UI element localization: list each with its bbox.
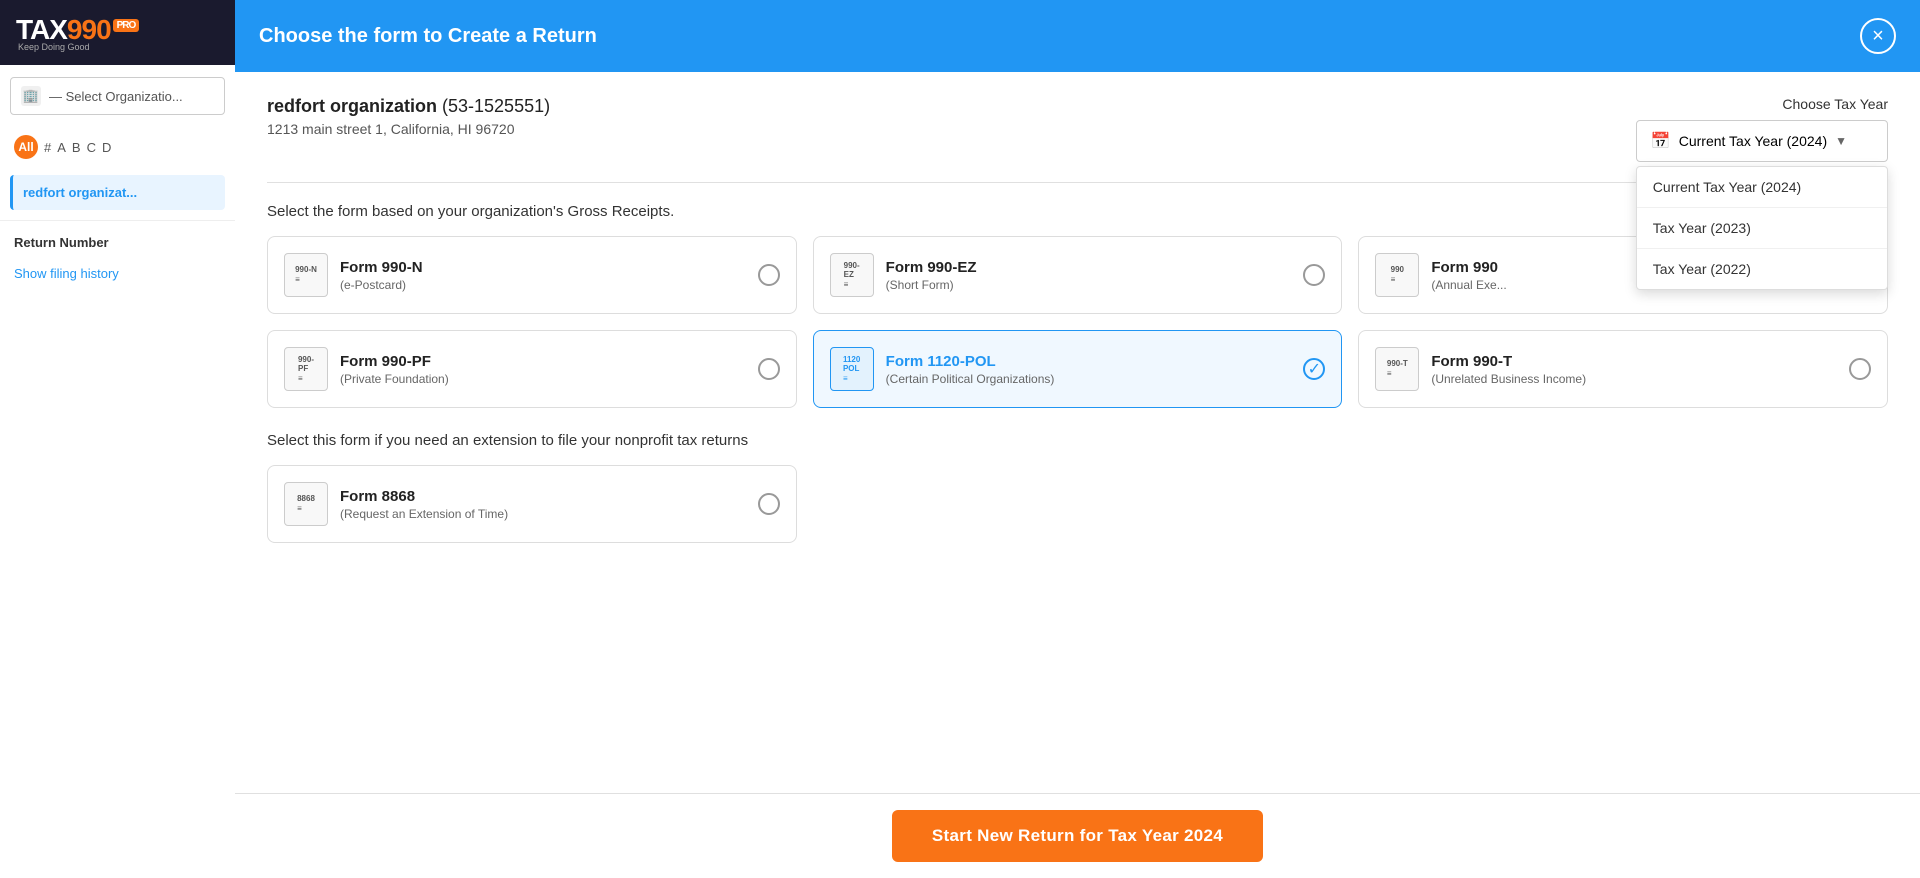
form-name-990-n: Form 990-N <box>340 259 423 276</box>
alpha-all[interactable]: All <box>14 135 38 159</box>
start-return-button[interactable]: Start New Return for Tax Year 2024 <box>892 810 1263 862</box>
sidebar: TAX990PRO Keep Doing Good 🏢 — Select Org… <box>0 0 235 878</box>
form-sub-1120-pol: (Certain Political Organizations) <box>886 372 1055 386</box>
org-ein: (53-1525551) <box>442 96 550 116</box>
form-icon-990-n: 990-N≡ <box>284 253 328 297</box>
modal-title: Choose the form to Create a Return <box>259 25 597 48</box>
radio-1120-pol[interactable]: ✓ <box>1303 358 1325 380</box>
show-filing-history-link[interactable]: Show filing history <box>0 258 235 289</box>
form-icon-990: 990≡ <box>1375 253 1419 297</box>
form-sub-8868: (Request an Extension of Time) <box>340 507 508 521</box>
modal-body: redfort organization (53-1525551) 1213 m… <box>235 72 1920 793</box>
tax-year-selected-text: Current Tax Year (2024) <box>1679 133 1827 149</box>
pro-badge: PRO <box>113 19 140 32</box>
tax-year-select[interactable]: 📅 Current Tax Year (2024) ▼ <box>1636 120 1888 162</box>
dropdown-option-2022[interactable]: Tax Year (2022) <box>1637 249 1887 289</box>
form-icon-8868: 8868≡ <box>284 482 328 526</box>
org-list-item[interactable]: redfort organizat... <box>10 175 225 210</box>
radio-8868[interactable] <box>758 493 780 515</box>
form-sub-990-n: (e-Postcard) <box>340 278 423 292</box>
tax-year-dropdown-wrapper: 📅 Current Tax Year (2024) ▼ Current Tax … <box>1636 120 1888 162</box>
extension-label: Select this form if you need an extensio… <box>267 432 1888 449</box>
calendar-icon: 📅 <box>1651 131 1671 151</box>
form-name-990-t: Form 990-T <box>1431 353 1586 370</box>
modal-header: Choose the form to Create a Return × <box>235 0 1920 72</box>
extension-section: Select this form if you need an extensio… <box>267 432 1888 543</box>
form-name-1120-pol: Form 1120-POL <box>886 353 1055 370</box>
dropdown-option-2024[interactable]: Current Tax Year (2024) <box>1637 167 1887 208</box>
tax-year-dropdown-menu: Current Tax Year (2024) Tax Year (2023) … <box>1636 166 1888 290</box>
modal: Choose the form to Create a Return × red… <box>235 0 1920 878</box>
form-card-990-n[interactable]: 990-N≡ Form 990-N (e-Postcard) <box>267 236 797 314</box>
form-card-990-pf[interactable]: 990-PF≡ Form 990-PF (Private Foundation) <box>267 330 797 408</box>
form-sub-990: (Annual Exe... <box>1431 278 1506 292</box>
tax-year-section: Choose Tax Year 📅 Current Tax Year (2024… <box>1636 96 1888 162</box>
radio-990-n[interactable] <box>758 264 780 286</box>
form-name-8868: Form 8868 <box>340 488 508 505</box>
form-icon-990-t: 990-T≡ <box>1375 347 1419 391</box>
form-icon-1120-pol: 1120POL≡ <box>830 347 874 391</box>
org-info: redfort organization (53-1525551) 1213 m… <box>267 96 550 137</box>
logo-area: TAX990PRO Keep Doing Good <box>0 0 235 65</box>
form-name-990-ez: Form 990-EZ <box>886 259 977 276</box>
form-card-1120-pol[interactable]: 1120POL≡ Form 1120-POL (Certain Politica… <box>813 330 1343 408</box>
form-name-990: Form 990 <box>1431 259 1506 276</box>
org-name: redfort organization (53-1525551) <box>267 96 550 117</box>
radio-990-ez[interactable] <box>1303 264 1325 286</box>
form-card-990-t[interactable]: 990-T≡ Form 990-T (Unrelated Business In… <box>1358 330 1888 408</box>
org-item-name: redfort organizat... <box>23 185 215 200</box>
org-icon: 🏢 <box>21 86 41 106</box>
alpha-nav: All # A B C D <box>0 127 235 167</box>
form-sub-990-t: (Unrelated Business Income) <box>1431 372 1586 386</box>
form-card-990-ez[interactable]: 990-EZ≡ Form 990-EZ (Short Form) <box>813 236 1343 314</box>
close-button[interactable]: × <box>1860 18 1896 54</box>
org-header-row: redfort organization (53-1525551) 1213 m… <box>267 96 1888 162</box>
radio-990-pf[interactable] <box>758 358 780 380</box>
form-icon-990-ez: 990-EZ≡ <box>830 253 874 297</box>
return-number-header: Return Number <box>0 220 235 258</box>
form-sub-990-pf: (Private Foundation) <box>340 372 449 386</box>
form-card-8868[interactable]: 8868≡ Form 8868 (Request an Extension of… <box>267 465 797 543</box>
tax-year-label: Choose Tax Year <box>1782 96 1888 112</box>
chevron-down-icon: ▼ <box>1835 134 1847 148</box>
select-org-dropdown[interactable]: 🏢 — Select Organizatio... <box>10 77 225 115</box>
select-org-label: — Select Organizatio... <box>49 89 183 104</box>
form-name-990-pf: Form 990-PF <box>340 353 449 370</box>
form-sub-990-ez: (Short Form) <box>886 278 977 292</box>
modal-footer: Start New Return for Tax Year 2024 <box>235 793 1920 878</box>
logo: TAX990PRO <box>16 14 139 45</box>
radio-990-t[interactable] <box>1849 358 1871 380</box>
form-icon-990-pf: 990-PF≡ <box>284 347 328 391</box>
org-address: 1213 main street 1, California, HI 96720 <box>267 121 550 137</box>
dropdown-option-2023[interactable]: Tax Year (2023) <box>1637 208 1887 249</box>
